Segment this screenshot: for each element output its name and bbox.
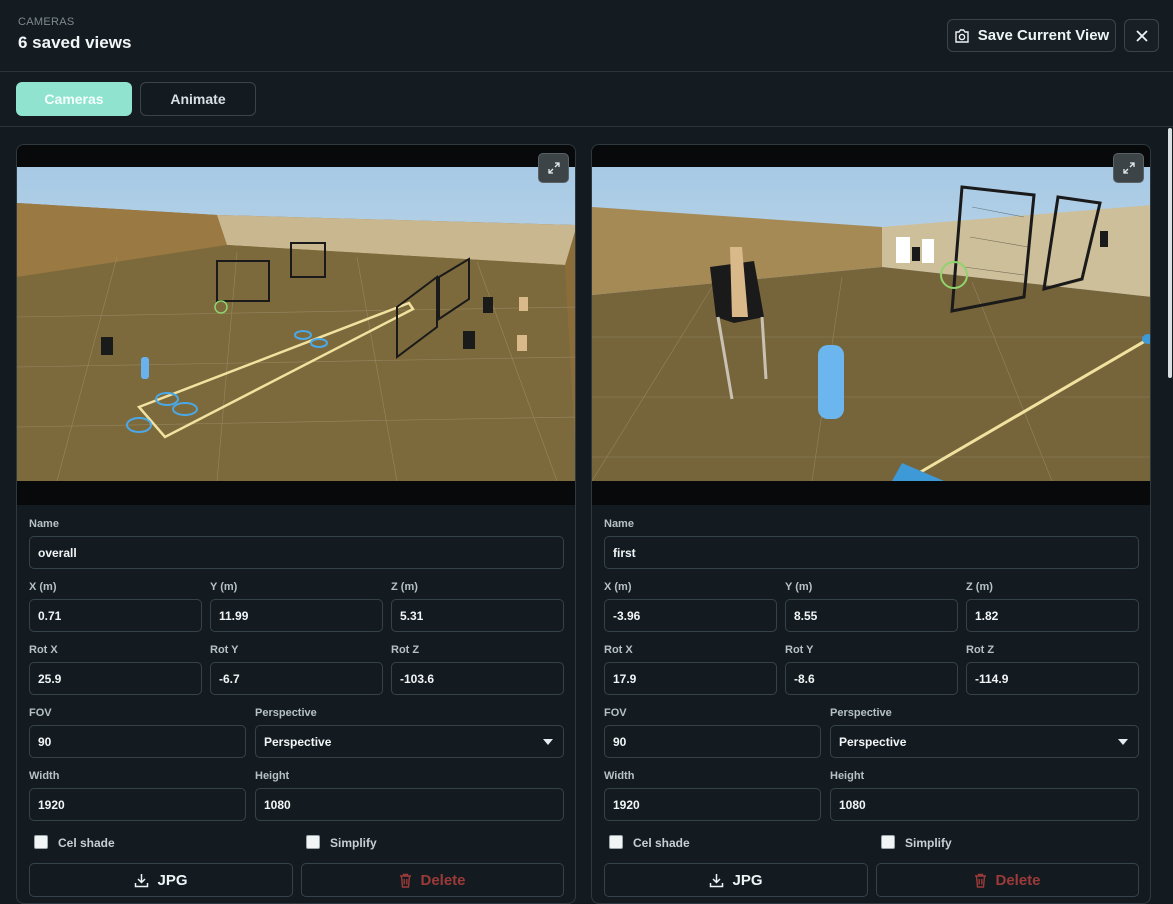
- rotx-field[interactable]: 17.9: [604, 662, 777, 695]
- trash-icon: [975, 873, 987, 888]
- delete-button[interactable]: Delete: [301, 863, 564, 897]
- width-label: Width: [604, 770, 635, 782]
- cel-shade-label: Cel shade: [633, 836, 690, 850]
- roty-field[interactable]: -6.7: [210, 662, 383, 695]
- cel-shade-label: Cel shade: [58, 836, 115, 850]
- camera-preview: [17, 145, 575, 505]
- scrollbar[interactable]: [1168, 128, 1172, 378]
- z-field[interactable]: 1.82: [966, 599, 1139, 632]
- width-label: Width: [29, 770, 60, 782]
- jpg-label: JPG: [732, 871, 763, 889]
- scene-preview-image: [17, 167, 575, 481]
- tab-animate[interactable]: Animate: [140, 82, 256, 116]
- roty-field[interactable]: -8.6: [785, 662, 958, 695]
- y-field[interactable]: 8.55: [785, 599, 958, 632]
- camera-icon: [955, 28, 969, 43]
- perspective-select-value: Perspective: [264, 734, 332, 749]
- rotz-field[interactable]: -103.6: [391, 662, 564, 695]
- rotx-label: Rot X: [604, 644, 633, 656]
- perspective-select[interactable]: Perspective: [830, 725, 1139, 758]
- perspective-select-value: Perspective: [839, 734, 907, 749]
- download-jpg-button[interactable]: JPG: [604, 863, 868, 897]
- rotx-field[interactable]: 25.9: [29, 662, 202, 695]
- chevron-down-icon: [1118, 739, 1128, 745]
- height-label: Height: [255, 770, 290, 782]
- name-field[interactable]: overall: [29, 536, 564, 569]
- delete-label: Delete: [995, 871, 1041, 889]
- simplify-checkbox[interactable]: [881, 835, 895, 849]
- dialog-header: CAMERAS 6 saved views Save Current View: [0, 0, 1173, 72]
- fov-label: FOV: [604, 707, 627, 719]
- download-icon: [135, 873, 149, 887]
- roty-label: Rot Y: [210, 644, 239, 656]
- height-label: Height: [830, 770, 865, 782]
- close-button[interactable]: [1124, 19, 1159, 52]
- y-label: Y (m): [210, 581, 238, 593]
- save-current-view-label: Save Current View: [977, 27, 1110, 44]
- y-field[interactable]: 11.99: [210, 599, 383, 632]
- fov-label: FOV: [29, 707, 52, 719]
- simplify-label: Simplify: [905, 836, 952, 850]
- simplify-checkbox[interactable]: [306, 835, 320, 849]
- name-label: Name: [604, 518, 634, 530]
- x-label: X (m): [29, 581, 57, 593]
- expand-preview-button[interactable]: [1113, 153, 1144, 183]
- rotz-label: Rot Z: [966, 644, 995, 656]
- name-label: Name: [29, 518, 59, 530]
- roty-label: Rot Y: [785, 644, 814, 656]
- expand-icon: [1122, 162, 1135, 174]
- perspective-label: Perspective: [255, 707, 317, 719]
- fov-field[interactable]: 90: [29, 725, 246, 758]
- camera-preview: [592, 145, 1150, 505]
- expand-icon: [547, 162, 560, 174]
- tab-bar: Cameras Animate: [0, 72, 1173, 127]
- camera-card: Name first X (m) Y (m) Z (m) -3.96 8.55 …: [591, 144, 1151, 904]
- cel-shade-checkbox[interactable]: [34, 835, 48, 849]
- page-title: 6 saved views: [18, 33, 132, 52]
- rotz-field[interactable]: -114.9: [966, 662, 1139, 695]
- perspective-label: Perspective: [830, 707, 892, 719]
- tab-cameras[interactable]: Cameras: [16, 82, 132, 116]
- delete-button[interactable]: Delete: [876, 863, 1139, 897]
- height-field[interactable]: 1080: [830, 788, 1139, 821]
- cel-shade-checkbox[interactable]: [609, 835, 623, 849]
- width-field[interactable]: 1920: [29, 788, 246, 821]
- download-jpg-button[interactable]: JPG: [29, 863, 293, 897]
- rotx-label: Rot X: [29, 644, 58, 656]
- save-current-view-button[interactable]: Save Current View: [947, 19, 1116, 52]
- z-label: Z (m): [966, 581, 993, 593]
- download-icon: [710, 873, 724, 887]
- section-eyebrow: CAMERAS: [18, 16, 75, 28]
- simplify-label: Simplify: [330, 836, 377, 850]
- x-field[interactable]: -3.96: [604, 599, 777, 632]
- rotz-label: Rot Z: [391, 644, 420, 656]
- scene-preview-image: [592, 167, 1150, 481]
- fov-field[interactable]: 90: [604, 725, 821, 758]
- y-label: Y (m): [785, 581, 813, 593]
- jpg-label: JPG: [157, 871, 188, 889]
- delete-label: Delete: [420, 871, 466, 889]
- perspective-select[interactable]: Perspective: [255, 725, 564, 758]
- name-field[interactable]: first: [604, 536, 1139, 569]
- z-field[interactable]: 5.31: [391, 599, 564, 632]
- expand-preview-button[interactable]: [538, 153, 569, 183]
- chevron-down-icon: [543, 739, 553, 745]
- z-label: Z (m): [391, 581, 418, 593]
- close-icon: [1135, 29, 1148, 42]
- camera-card: Name overall X (m) Y (m) Z (m) 0.71 11.9…: [16, 144, 576, 904]
- width-field[interactable]: 1920: [604, 788, 821, 821]
- x-field[interactable]: 0.71: [29, 599, 202, 632]
- trash-icon: [400, 873, 412, 888]
- height-field[interactable]: 1080: [255, 788, 564, 821]
- x-label: X (m): [604, 581, 632, 593]
